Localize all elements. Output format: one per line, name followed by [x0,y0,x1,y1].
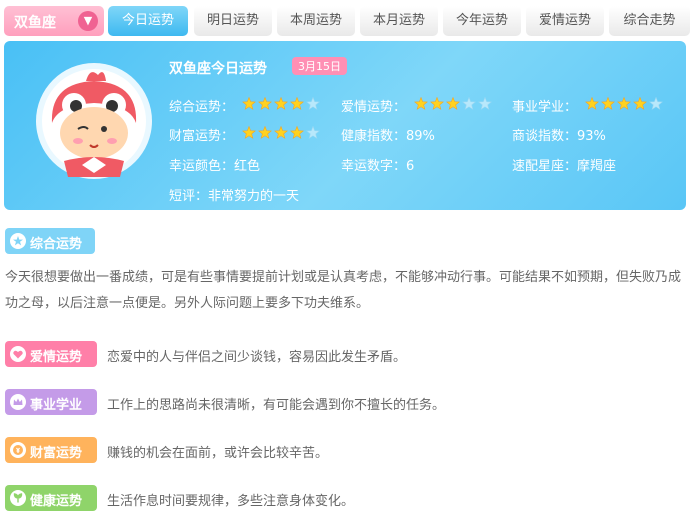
star-filled-icon [274,125,288,139]
wealth-section-label: 财富运势 [30,446,83,461]
health-section-text: 生活作息时间要规律，多些注意身体变化。 [107,494,355,509]
career-section-badge: 事业学业 [5,389,97,415]
love-section-text: 恋爱中的人与伴侣之间少谈钱，容易因此发生矛盾。 [107,350,407,365]
lucky-number: 幸运数字：6 [341,159,415,174]
fortune-banner: 双鱼座今日运势 3月15日 综合运势： 爱情运势： 事业学业： 财富运势： 健康… [4,41,686,210]
tab-love[interactable]: 爱情运势 [526,6,604,36]
career-section-label: 事业学业 [30,398,83,413]
match-sign: 速配星座：摩羯座 [512,159,617,174]
overall-section-text: 今天很想要做出一番成绩，可是有些事情要提前计划或是认真考虑，不能够冲动行事。可能… [5,270,682,311]
date-badge: 3月15日 [292,57,347,75]
wealth-fortune-stars [242,125,322,139]
crown-icon [10,394,26,410]
tab-today[interactable]: 今日运势 [108,6,188,36]
star-filled-icon [430,96,444,110]
overall-fortune-stars [242,96,322,110]
love-fortune-stars [414,96,494,110]
chevron-down-icon: ▼ [78,11,98,31]
star-empty-icon [306,125,320,139]
career-section-text: 工作上的思路尚未很清晰，有可能会遇到你不擅长的任务。 [107,398,446,413]
career-fortune-label: 事业学业： [512,100,578,115]
star-filled-icon [258,96,272,110]
star-filled-icon [290,96,304,110]
star-filled-icon [290,125,304,139]
star-empty-icon [462,96,476,110]
star-filled-icon [258,125,272,139]
tab-trend[interactable]: 综合走势 [609,6,690,36]
star-empty-icon [478,96,492,110]
star-filled-icon [617,96,631,110]
star-filled-icon [633,96,647,110]
overall-section-label: 综合运势 [30,237,83,252]
fortune-nav: 双鱼座 ▼ 今日运势 明日运势 本周运势 本月运势 今年运势 爱情运势 综合走势 [4,6,690,36]
star-filled-icon [242,125,256,139]
love-fortune-label: 爱情运势： [341,100,407,115]
star-empty-icon [306,96,320,110]
tab-week[interactable]: 本周运势 [277,6,355,36]
pisces-mascot-avatar [36,63,152,179]
love-section-badge: 爱情运势 [5,341,97,367]
zodiac-sign-label: 双鱼座 [14,15,56,31]
negotiation-index: 商谈指数：93% [512,129,606,144]
star-empty-icon [649,96,663,110]
coin-icon [10,442,26,458]
star-icon [10,233,26,249]
love-section-label: 爱情运势 [30,350,83,365]
star-filled-icon [446,96,460,110]
tab-month[interactable]: 本月运势 [360,6,438,36]
tab-tomorrow[interactable]: 明日运势 [194,6,272,36]
star-filled-icon [585,96,599,110]
heart-icon [10,346,26,362]
star-filled-icon [414,96,428,110]
lucky-color: 幸运颜色：红色 [169,159,261,174]
tab-year[interactable]: 今年运势 [443,6,521,36]
health-section-label: 健康运势 [30,494,83,509]
career-fortune-stars [585,96,665,110]
overall-fortune-label: 综合运势： [169,100,235,115]
wealth-section-badge: 财富运势 [5,437,97,463]
short-comment: 短评：非常努力的一天 [169,189,300,204]
star-filled-icon [242,96,256,110]
wealth-fortune-label: 财富运势： [169,129,235,144]
zodiac-sign-select[interactable]: 双鱼座 ▼ [4,6,104,36]
star-filled-icon [601,96,615,110]
leaf-icon [10,490,26,506]
banner-title: 双鱼座今日运势 [169,61,267,77]
star-filled-icon [274,96,288,110]
wealth-section-text: 赚钱的机会在面前，或许会比较辛苦。 [107,446,329,461]
health-index: 健康指数：89% [341,129,435,144]
overall-section-badge: 综合运势 [5,228,95,254]
health-section-badge: 健康运势 [5,485,97,511]
